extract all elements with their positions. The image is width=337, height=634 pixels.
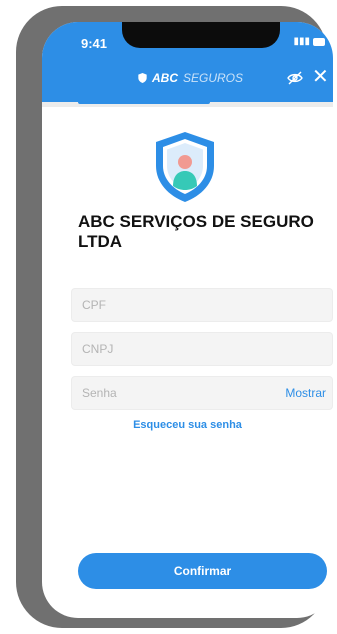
app-screen: 9:41 ▮▮▮ ABC SEGUROS ✕ ABC SERVIÇOS DE S… — [42, 22, 333, 618]
tab-indicator — [78, 100, 210, 104]
brand-suffix: SEGUROS — [183, 71, 244, 85]
cnpj-input[interactable] — [72, 333, 332, 365]
cpf-input[interactable] — [72, 289, 332, 321]
brand-name: ABC — [152, 71, 178, 85]
confirm-button[interactable]: Confirmar — [78, 553, 327, 589]
password-field[interactable]: Mostrar — [71, 376, 333, 410]
close-icon[interactable]: ✕ — [312, 64, 329, 89]
app-header: 9:41 ▮▮▮ ABC SEGUROS ✕ — [42, 22, 333, 102]
company-name: ABC SERVIÇOS DE SEGURO LTDA — [78, 212, 314, 251]
cpf-field[interactable] — [71, 288, 333, 322]
status-icons: ▮▮▮ — [293, 36, 325, 47]
shield-icon — [138, 73, 147, 83]
signal-icon: ▮▮▮ — [293, 36, 310, 47]
cnpj-field[interactable] — [71, 332, 333, 366]
show-password-link[interactable]: Mostrar — [285, 386, 326, 400]
shield-user-logo — [156, 132, 214, 202]
forgot-password-link[interactable]: Esqueceu sua senha — [42, 419, 333, 431]
device-notch — [122, 22, 280, 48]
battery-icon — [313, 37, 325, 46]
phone-frame: 9:41 ▮▮▮ ABC SEGUROS ✕ ABC SERVIÇOS DE S… — [16, 6, 333, 628]
brand-logo: ABC SEGUROS — [138, 71, 243, 85]
eye-off-icon[interactable] — [287, 71, 303, 85]
status-time: 9:41 — [81, 36, 108, 51]
